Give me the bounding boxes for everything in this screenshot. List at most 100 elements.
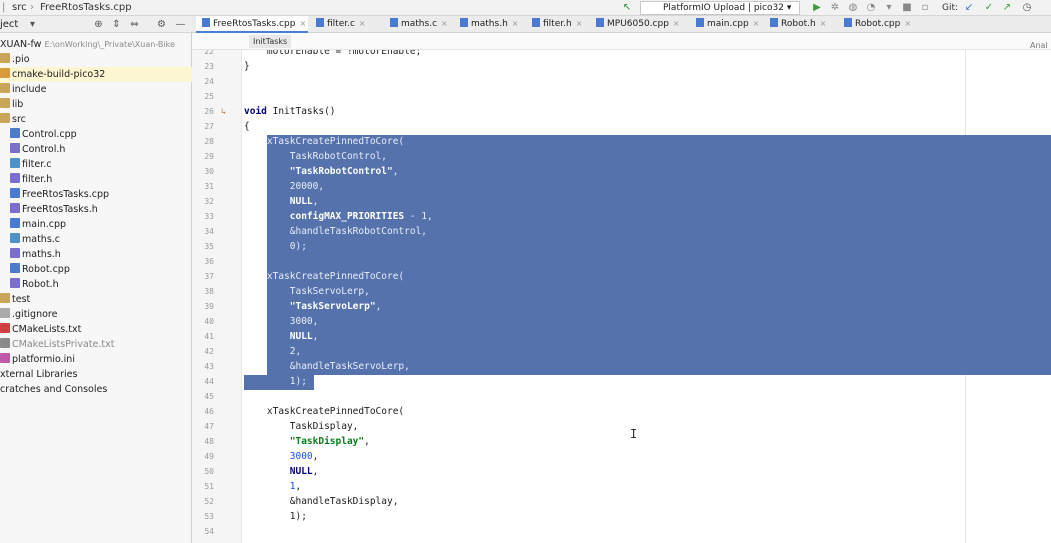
close-icon[interactable]: × (359, 19, 366, 28)
tree-item[interactable]: src (0, 112, 192, 127)
tree-item[interactable]: test (0, 292, 192, 307)
editor-tab[interactable]: MPU6050.cpp × (590, 16, 688, 33)
close-icon[interactable]: × (441, 19, 448, 28)
more-run-icon[interactable]: ▾ (882, 1, 896, 15)
project-root-row[interactable]: XUAN-fw E:\onWorking\_Private\Xuan-Bike (0, 37, 192, 52)
close-icon[interactable]: × (673, 19, 680, 28)
tree-item[interactable]: Control.h (0, 142, 192, 157)
history-icon[interactable]: ◷ (1020, 1, 1034, 15)
expand-all-icon[interactable]: ⇕ (110, 18, 123, 31)
code-line[interactable]: &handleTaskServoLerp, (244, 359, 410, 374)
editor-tab[interactable]: maths.c × (384, 16, 452, 33)
git-update-icon[interactable]: ↙ (962, 1, 976, 15)
editor-tab[interactable]: maths.h × (454, 16, 524, 33)
code-line[interactable]: 0); (244, 239, 307, 254)
code-line[interactable]: "TaskServoLerp", (244, 299, 382, 314)
code-line[interactable]: &handleTaskRobotControl, (244, 224, 427, 239)
tree-item[interactable]: include (0, 82, 192, 97)
close-icon[interactable]: × (512, 19, 519, 28)
coverage-icon[interactable]: ◍ (846, 1, 860, 15)
code-line[interactable]: void InitTasks() (244, 104, 336, 119)
analysis-status[interactable]: Anal (1030, 41, 1048, 50)
close-icon[interactable]: × (904, 19, 911, 28)
code-line[interactable]: xTaskCreatePinnedToCore( (244, 269, 404, 284)
hide-panel-icon[interactable]: — (174, 18, 187, 31)
code-line[interactable]: xTaskCreatePinnedToCore( (244, 134, 404, 149)
close-icon[interactable]: × (299, 19, 306, 28)
stop-icon[interactable]: ■ (900, 1, 914, 15)
editor-tab[interactable]: filter.c × (310, 16, 382, 33)
code-line[interactable]: TaskRobotControl, (244, 149, 387, 164)
editor-tab[interactable]: main.cpp × (690, 16, 762, 33)
code-line[interactable]: 1, (244, 479, 301, 494)
editor-tab[interactable]: Robot.cpp × (838, 16, 916, 33)
project-panel-title[interactable]: ject (0, 18, 18, 31)
tree-item[interactable]: cratches and Consoles (0, 382, 192, 397)
run-icon[interactable]: ▶ (810, 1, 824, 15)
code-line[interactable]: "TaskDisplay", (244, 434, 370, 449)
editor-tab[interactable]: filter.h × (526, 16, 588, 33)
nav-crumb-file[interactable]: FreeRtosTasks.cpp (40, 1, 132, 15)
close-icon[interactable]: × (753, 19, 760, 28)
line-number: 36 (204, 257, 214, 266)
code-line[interactable]: { (244, 119, 250, 134)
tree-item[interactable]: .pio (0, 52, 192, 67)
code-line[interactable]: 20000, (244, 179, 324, 194)
code-line[interactable]: NULL, (244, 194, 319, 209)
code-line[interactable]: motorEnable = !motorEnable; (244, 50, 421, 59)
code-line[interactable]: xTaskCreatePinnedToCore( (244, 404, 404, 419)
code-line[interactable]: NULL, (244, 464, 319, 479)
code-line[interactable]: 2, (244, 344, 301, 359)
code-line[interactable]: configMAX_PRIORITIES - 1, (244, 209, 433, 224)
editor-tab[interactable]: FreeRtosTasks.cpp × (196, 16, 308, 33)
nav-crumb-src[interactable]: src (12, 1, 27, 15)
tree-item[interactable]: xternal Libraries (0, 367, 192, 382)
code-line[interactable]: 1); (244, 509, 307, 524)
tree-item[interactable]: maths.c (0, 232, 192, 247)
tree-item[interactable]: CMakeListsPrivate.txt (0, 337, 192, 352)
tree-item[interactable]: Control.cpp (0, 127, 192, 142)
debug-icon[interactable]: ✲ (828, 1, 842, 15)
code-line[interactable]: NULL, (244, 329, 319, 344)
tree-item[interactable]: cmake-build-pico32 (0, 67, 192, 82)
code-editor[interactable]: 22 23 24 25 26 ↳ 27 28 29 30 31 32 33 34 35 36 37 38 39 40 4… (192, 50, 1051, 543)
hammer-icon[interactable]: ↖ (620, 1, 634, 15)
code-line[interactable]: 3000, (244, 314, 319, 329)
tree-item[interactable]: filter.h (0, 172, 192, 187)
nav-separator: | (2, 2, 6, 13)
tree-item[interactable]: Robot.cpp (0, 262, 192, 277)
git-commit-icon[interactable]: ✓ (982, 1, 996, 15)
editor-tab[interactable]: Robot.h × (764, 16, 836, 33)
code-line[interactable]: "TaskRobotControl", (244, 164, 399, 179)
tree-item[interactable]: maths.h (0, 247, 192, 262)
code-line[interactable]: 3000, (244, 449, 319, 464)
locate-file-icon[interactable]: ⊕ (92, 18, 105, 31)
collapse-all-icon[interactable]: ⇔ (128, 18, 141, 31)
code-line[interactable]: TaskServoLerp, (244, 284, 370, 299)
tree-item[interactable]: Robot.h (0, 277, 192, 292)
tree-item[interactable]: main.cpp (0, 217, 192, 232)
tree-item[interactable]: FreeRtosTasks.h (0, 202, 192, 217)
file-icon (596, 18, 604, 27)
code-line[interactable]: } (244, 59, 250, 74)
tree-item[interactable]: .gitignore (0, 307, 192, 322)
profile-icon[interactable]: ◔ (864, 1, 878, 15)
close-icon[interactable]: × (576, 19, 583, 28)
git-push-icon[interactable]: ↗ (1000, 1, 1014, 15)
tree-item[interactable]: platformio.ini (0, 352, 192, 367)
close-icon[interactable]: × (820, 19, 827, 28)
code-line[interactable]: &handleTaskDisplay, (244, 494, 399, 509)
tree-item[interactable]: FreeRtosTasks.cpp (0, 187, 192, 202)
line-number: 23 (204, 62, 214, 71)
run-configuration-select[interactable]: PlatformIO Upload | pico32 ▾ (640, 1, 800, 15)
code-line[interactable]: 1); (244, 374, 307, 389)
tree-item[interactable]: filter.c (0, 157, 192, 172)
build-icon[interactable]: ▫ (918, 1, 932, 15)
gear-icon[interactable]: ⚙ (155, 18, 168, 31)
tree-item[interactable]: lib (0, 97, 192, 112)
code-line[interactable]: TaskDisplay, (244, 419, 359, 434)
chevron-down-icon[interactable]: ▾ (26, 18, 39, 31)
breadcrumb-function[interactable]: InitTasks (249, 35, 292, 48)
tree-item[interactable]: CMakeLists.txt (0, 322, 192, 337)
implementation-marker-icon[interactable]: ↳ (221, 104, 226, 119)
